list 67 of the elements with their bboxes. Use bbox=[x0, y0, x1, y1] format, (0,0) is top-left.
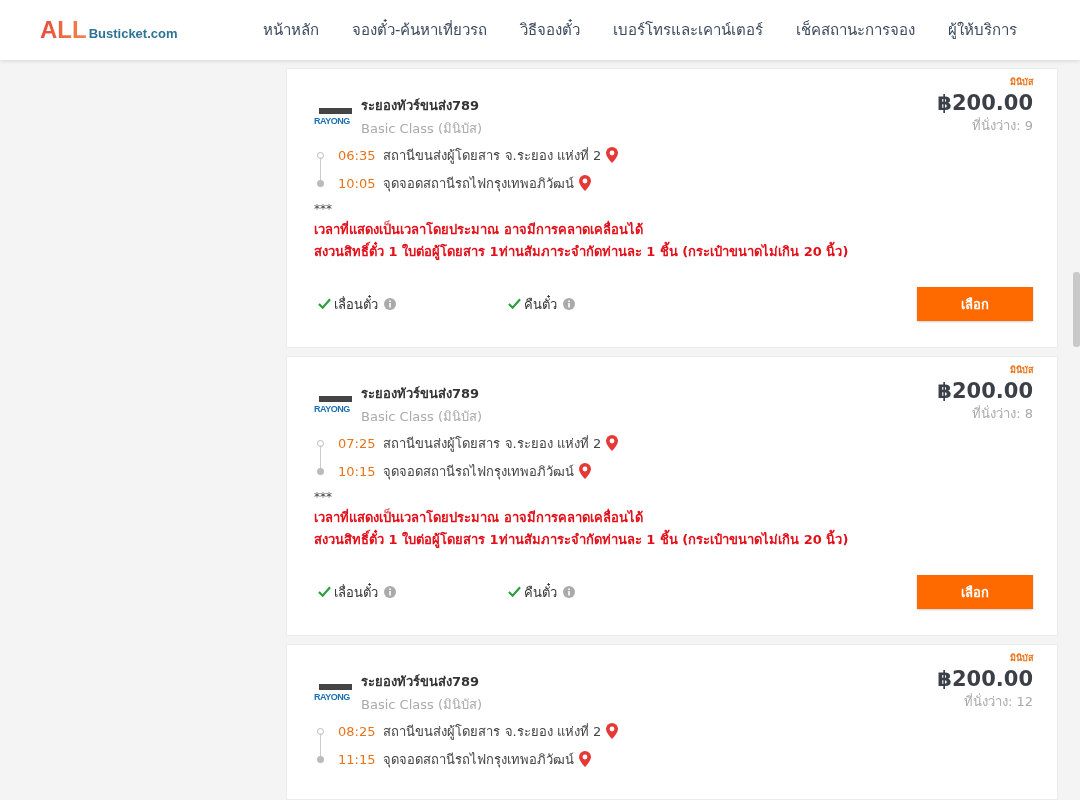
departure-time: 06:35 bbox=[338, 147, 376, 163]
note-text: *** bbox=[314, 201, 333, 217]
nav-link[interactable]: วิธีจองตั๋ว bbox=[520, 18, 581, 42]
nav-link[interactable]: หน้าหลัก bbox=[263, 18, 319, 42]
logo-text[interactable]: Busticket.com bbox=[88, 26, 178, 41]
location-pin-icon[interactable] bbox=[578, 174, 593, 192]
operator-logo: RAYONG bbox=[314, 684, 352, 702]
operator-name: ระยองทัวร์ขนส่ง789 bbox=[361, 97, 481, 115]
departure-time: 11:15 bbox=[338, 751, 376, 767]
timeline-dot bbox=[317, 755, 324, 763]
location-pin-icon[interactable] bbox=[605, 722, 620, 740]
location-pin-icon[interactable] bbox=[605, 146, 620, 164]
feature-label: คืนตั๋ว bbox=[524, 582, 557, 602]
stop-name: จุดจอดสถานีรถไฟกรุงเทพอภิวัฒน์ bbox=[383, 750, 575, 770]
note-text: *** bbox=[314, 489, 333, 505]
timeline-dot bbox=[317, 439, 324, 447]
timeline-line bbox=[320, 733, 321, 756]
stop-name: สถานีขนส่งผู้โดยสาร จ.ระยอง แห่งที่ 2 bbox=[383, 434, 602, 454]
departure-time: 10:15 bbox=[338, 463, 376, 479]
bus-class: Basic Class (มินิบัส) bbox=[361, 408, 483, 426]
departure-time: 07:25 bbox=[338, 435, 376, 451]
seats-available: ที่นั่งว่าง: 12 bbox=[962, 692, 1033, 711]
operator-name: ระยองทัวร์ขนส่ง789 bbox=[361, 385, 481, 403]
timeline-dot bbox=[317, 467, 324, 475]
stop-name: สถานีขนส่งผู้โดยสาร จ.ระยอง แห่งที่ 2 bbox=[383, 146, 602, 166]
warning-text: เวลาที่แสดงเป็นเวลาโดยประมาณ อาจมีการคลาดเคลื่อนได้ bbox=[314, 221, 644, 239]
bus-type-label: มินิบัส bbox=[1009, 76, 1033, 89]
stop-name: จุดจอดสถานีรถไฟกรุงเทพอภิวัฒน์ bbox=[383, 462, 575, 482]
scrollbar-thumb[interactable] bbox=[1073, 272, 1080, 347]
feature-label: เลื่อนตั๋ว bbox=[334, 582, 378, 602]
operator-logo: RAYONG bbox=[314, 396, 352, 414]
timeline-dot bbox=[317, 179, 324, 187]
operator-logo: RAYONG bbox=[314, 108, 352, 126]
timeline-line bbox=[320, 157, 321, 180]
bus-class: Basic Class (มินิบัส) bbox=[361, 696, 483, 714]
feature-label: เลื่อนตั๋ว bbox=[334, 294, 378, 314]
nav-link[interactable]: ผู้ให้บริการ bbox=[948, 18, 1018, 42]
timeline-dot bbox=[317, 151, 324, 159]
nav-link[interactable]: เบอร์โทรและเคาน์เตอร์ bbox=[613, 18, 764, 42]
seats-available: ที่นั่งว่าง: 9 bbox=[971, 116, 1033, 135]
warning-text: สงวนสิทธิ์ตั๋ว 1 ใบต่อผู้โดยสาร 1ท่านสัมภาระจำกัดท่านละ 1 ชิ้น (กระเป๋าขนาดไม่เกิน 20 นิ้ว) bbox=[314, 531, 1033, 549]
timeline-dot bbox=[317, 727, 324, 735]
bus-class: Basic Class (มินิบัส) bbox=[361, 120, 483, 138]
info-icon[interactable] bbox=[384, 586, 396, 598]
stop-name: สถานีขนส่งผู้โดยสาร จ.ระยอง แห่งที่ 2 bbox=[383, 722, 602, 742]
bus-type-label: มินิบัส bbox=[1009, 652, 1033, 665]
location-pin-icon[interactable] bbox=[578, 750, 593, 768]
timeline-line bbox=[320, 445, 321, 468]
nav-link[interactable]: จองตั๋ว-ค้นหาเที่ยวรถ bbox=[352, 18, 488, 42]
departure-time: 08:25 bbox=[338, 723, 376, 739]
location-pin-icon[interactable] bbox=[578, 462, 593, 480]
departure-time: 10:05 bbox=[338, 175, 376, 191]
warning-text: สงวนสิทธิ์ตั๋ว 1 ใบต่อผู้โดยสาร 1ท่านสัมภาระจำกัดท่านละ 1 ชิ้น (กระเป๋าขนาดไม่เกิน 20 นิ้ว) bbox=[314, 243, 1033, 261]
nav-link[interactable]: เช็คสถานะการจอง bbox=[796, 18, 916, 42]
price: ฿200.00 bbox=[937, 667, 1033, 691]
feature-label: คืนตั๋ว bbox=[524, 294, 557, 314]
price: ฿200.00 bbox=[937, 91, 1033, 115]
location-pin-icon[interactable] bbox=[605, 434, 620, 452]
bus-type-label: มินิบัส bbox=[1009, 364, 1033, 377]
stop-name: จุดจอดสถานีรถไฟกรุงเทพอภิวัฒน์ bbox=[383, 174, 575, 194]
info-icon[interactable] bbox=[563, 586, 575, 598]
seats-available: ที่นั่งว่าง: 8 bbox=[971, 404, 1033, 423]
info-icon[interactable] bbox=[384, 298, 396, 310]
info-icon[interactable] bbox=[563, 298, 575, 310]
warning-text: เวลาที่แสดงเป็นเวลาโดยประมาณ อาจมีการคลาดเคลื่อนได้ bbox=[314, 509, 644, 527]
operator-name: ระยองทัวร์ขนส่ง789 bbox=[361, 673, 481, 691]
price: ฿200.00 bbox=[937, 379, 1033, 403]
